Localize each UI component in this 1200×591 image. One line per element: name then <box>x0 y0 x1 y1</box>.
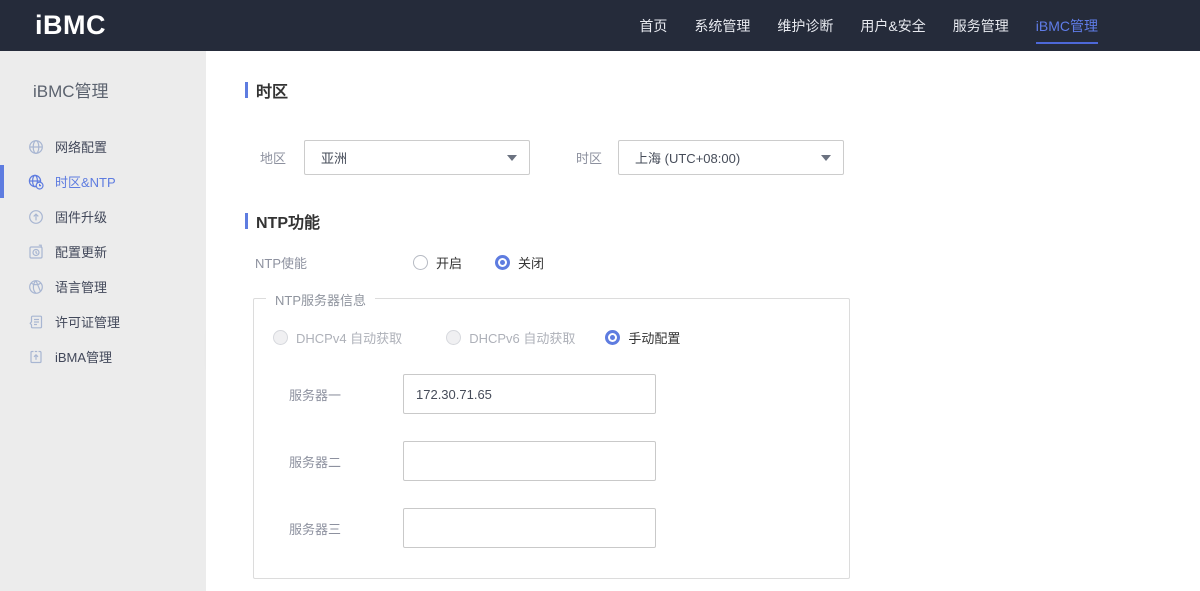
sidebar-item-config-update[interactable]: 配置更新 <box>0 234 206 269</box>
radio-label: 开启 <box>436 255 463 271</box>
ntp-server-info-group: NTP服务器信息 DHCPv4 自动获取 DHCPv6 自动获取 手动配置 服务… <box>253 290 850 579</box>
timezone-label: 时区 <box>576 151 603 166</box>
sidebar-title: iBMC管理 <box>33 82 109 101</box>
main-nav: 首页 系统管理 维护诊断 用户&安全 服务管理 iBMC管理 <box>639 0 1099 51</box>
ntp-server3-row: 服务器三 <box>289 508 849 548</box>
region-select[interactable]: 亚洲 <box>304 140 531 175</box>
nav-item-user-security[interactable]: 用户&安全 <box>860 0 925 51</box>
ntp-section-title: NTP功能 <box>245 209 1200 233</box>
ibma-icon <box>28 349 44 365</box>
main-content: 时区 地区 亚洲 时区 上海 (UTC+08:00) NTP功能 NTP使能 开… <box>206 51 1200 591</box>
section-title-text: 时区 <box>256 84 289 101</box>
ntp-server-info-legend: NTP服务器信息 <box>266 290 376 309</box>
top-navbar: iBMC 首页 系统管理 维护诊断 用户&安全 服务管理 iBMC管理 <box>0 0 1200 51</box>
section-title-accent-bar <box>245 213 248 229</box>
nav-item-maintenance[interactable]: 维护诊断 <box>777 0 833 51</box>
region-label: 地区 <box>260 151 287 166</box>
ntp-server2-row: 服务器二 <box>289 441 849 481</box>
sidebar-item-label: iBMA管理 <box>55 350 113 365</box>
sidebar-item-firmware-upgrade[interactable]: 固件升级 <box>0 199 206 234</box>
dhcpv4-auto-radio[interactable]: DHCPv4 自动获取 <box>273 328 402 347</box>
chevron-down-icon <box>821 154 832 161</box>
sidebar-item-ibma-management[interactable]: iBMA管理 <box>0 339 206 374</box>
radio-selected-icon <box>605 330 621 345</box>
radio-label: 手动配置 <box>628 331 681 346</box>
nav-item-home[interactable]: 首页 <box>639 0 667 51</box>
nav-item-services[interactable]: 服务管理 <box>953 0 1009 51</box>
ntp-enable-label: NTP使能 <box>255 255 308 271</box>
ntp-enable-on-radio[interactable]: 开启 <box>413 253 462 272</box>
timezone-form-row: 地区 亚洲 时区 上海 (UTC+08:00) <box>260 140 1200 175</box>
radio-disabled-icon <box>446 330 462 345</box>
sidebar-item-label: 时区&NTP <box>55 175 116 190</box>
sidebar-item-timezone-ntp[interactable]: 时区&NTP <box>0 164 206 199</box>
sidebar-item-network-config[interactable]: 网络配置 <box>0 129 206 164</box>
sidebar-item-label: 配置更新 <box>55 245 108 260</box>
ntp-server1-row: 服务器一 <box>289 374 849 414</box>
sidebar-item-license-management[interactable]: 许可证管理 <box>0 304 206 339</box>
ntp-server2-input[interactable] <box>403 441 656 481</box>
nav-item-ibmc-management[interactable]: iBMC管理 <box>1035 0 1099 51</box>
radio-unselected-icon <box>413 254 428 270</box>
ntp-server3-input[interactable] <box>403 508 656 548</box>
ntp-enable-off-radio[interactable]: 关闭 <box>495 253 544 272</box>
sidebar-item-label: 网络配置 <box>55 140 108 155</box>
timezone-section-title: 时区 <box>245 78 1200 102</box>
section-title-text: NTP功能 <box>256 215 321 232</box>
ntp-server2-label: 服务器二 <box>289 454 342 470</box>
ntp-server1-input[interactable] <box>403 374 656 414</box>
timezone-ntp-icon <box>28 174 44 190</box>
region-select-value: 亚洲 <box>321 151 348 166</box>
nav-item-system[interactable]: 系统管理 <box>694 0 750 51</box>
sidebar-menu: 网络配置 时区&NTP 固件升级 配置更新 语言管理 许可证管理 iBMA管理 <box>0 129 206 374</box>
radio-selected-icon <box>495 254 511 270</box>
radio-label: DHCPv4 自动获取 <box>296 331 403 346</box>
sidebar-item-label: 语言管理 <box>55 280 108 295</box>
timezone-select-value: 上海 (UTC+08:00) <box>635 151 741 166</box>
config-update-icon <box>28 244 44 260</box>
radio-disabled-icon <box>273 330 288 345</box>
sidebar: iBMC管理 网络配置 时区&NTP 固件升级 配置更新 语言管理 许可证管理 … <box>0 51 206 591</box>
license-icon <box>28 314 44 330</box>
manual-config-radio[interactable]: 手动配置 <box>605 328 680 347</box>
ntp-server1-label: 服务器一 <box>289 387 342 403</box>
timezone-select[interactable]: 上海 (UTC+08:00) <box>618 140 845 175</box>
chevron-down-icon <box>507 154 518 161</box>
ntp-server3-label: 服务器三 <box>289 521 342 537</box>
dhcpv6-auto-radio[interactable]: DHCPv6 自动获取 <box>446 328 575 347</box>
network-icon <box>28 139 44 155</box>
sidebar-item-language-management[interactable]: 语言管理 <box>0 269 206 304</box>
language-icon <box>28 279 44 295</box>
firmware-upgrade-icon <box>28 209 44 225</box>
radio-label: DHCPv6 自动获取 <box>469 331 576 346</box>
sidebar-item-label: 许可证管理 <box>55 315 121 330</box>
section-title-accent-bar <box>245 82 248 98</box>
app-logo: iBMC <box>35 10 106 40</box>
ntp-enable-row: NTP使能 开启 关闭 <box>255 253 1200 271</box>
radio-label: 关闭 <box>518 255 545 271</box>
sidebar-item-label: 固件升级 <box>55 210 108 225</box>
